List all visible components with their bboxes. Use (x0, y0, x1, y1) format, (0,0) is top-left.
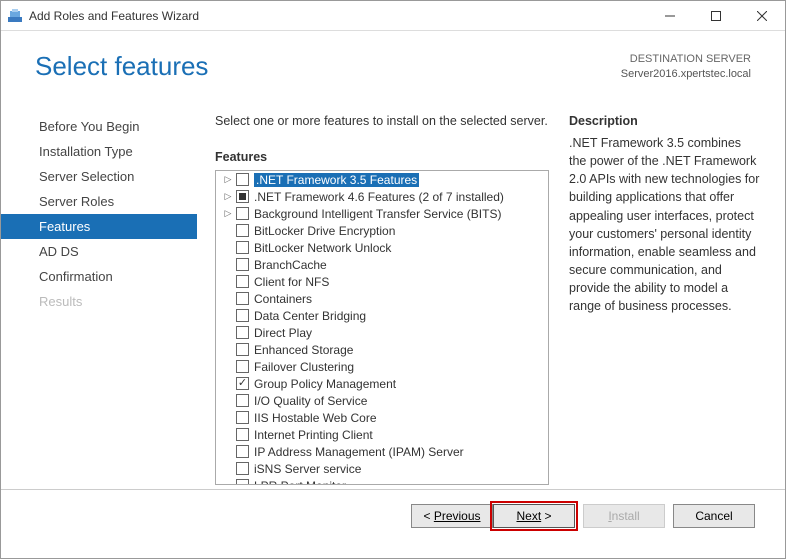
next-button[interactable]: Next > (493, 504, 575, 528)
feature-checkbox[interactable] (236, 411, 249, 424)
minimize-button[interactable] (647, 1, 693, 31)
feature-checkbox[interactable] (236, 377, 249, 390)
close-button[interactable] (739, 1, 785, 31)
feature-item[interactable]: LPR Port Monitor (216, 477, 548, 485)
feature-checkbox[interactable] (236, 360, 249, 373)
feature-label: LPR Port Monitor (254, 479, 346, 486)
feature-item[interactable]: IIS Hostable Web Core (216, 409, 548, 426)
sidebar-item[interactable]: AD DS (1, 239, 197, 264)
feature-item[interactable]: BranchCache (216, 256, 548, 273)
feature-label: iSNS Server service (254, 462, 361, 476)
feature-checkbox[interactable] (236, 258, 249, 271)
feature-checkbox[interactable] (236, 326, 249, 339)
features-listbox[interactable]: ▷ .NET Framework 3.5 Features ▷ .NET Framew… (215, 170, 549, 485)
feature-item[interactable]: ▷ .NET Framework 3.5 Features (216, 171, 548, 188)
sidebar-item[interactable]: Before You Begin (1, 114, 197, 139)
feature-item[interactable]: ▷ .NET Framework 4.6 Features (2 of 7 ins… (216, 188, 548, 205)
destination-info: DESTINATION SERVER Server2016.xpertstec.… (621, 52, 751, 82)
feature-item[interactable]: ▷ Background Intelligent Transfer Service… (216, 205, 548, 222)
feature-checkbox[interactable] (236, 445, 249, 458)
feature-item[interactable]: Containers (216, 290, 548, 307)
feature-item[interactable]: Enhanced Storage (216, 341, 548, 358)
feature-label: .NET Framework 4.6 Features (2 of 7 inst… (254, 190, 504, 204)
sidebar-item[interactable]: Confirmation (1, 264, 197, 289)
description-text: .NET Framework 3.5 combines the power of… (569, 134, 761, 315)
feature-item[interactable]: Direct Play (216, 324, 548, 341)
feature-label: Background Intelligent Transfer Service … (254, 207, 501, 221)
expander-icon[interactable]: ▷ (222, 191, 234, 202)
expander-icon[interactable]: ▷ (222, 208, 234, 219)
feature-label: BitLocker Network Unlock (254, 241, 391, 255)
feature-checkbox[interactable] (236, 275, 249, 288)
window-title: Add Roles and Features Wizard (29, 9, 647, 23)
titlebar: Add Roles and Features Wizard (1, 1, 785, 31)
feature-item[interactable]: Client for NFS (216, 273, 548, 290)
feature-label: Failover Clustering (254, 360, 354, 374)
feature-checkbox[interactable] (236, 241, 249, 254)
sidebar-item[interactable]: Server Selection (1, 164, 197, 189)
sidebar-item: Results (1, 289, 197, 314)
feature-label: IP Address Management (IPAM) Server (254, 445, 464, 459)
destination-label: DESTINATION SERVER (621, 52, 751, 67)
description-column: Description .NET Framework 3.5 combines … (549, 114, 771, 489)
sidebar-item[interactable]: Features (1, 214, 197, 239)
feature-label: BitLocker Drive Encryption (254, 224, 395, 238)
previous-button[interactable]: < Previous (411, 504, 493, 528)
feature-label: Data Center Bridging (254, 309, 366, 323)
feature-checkbox[interactable] (236, 224, 249, 237)
features-column: Select one or more features to install o… (215, 114, 549, 489)
features-label: Features (215, 150, 549, 164)
feature-label: BranchCache (254, 258, 327, 272)
feature-label: Containers (254, 292, 312, 306)
feature-checkbox[interactable] (236, 207, 249, 220)
feature-label: Direct Play (254, 326, 312, 340)
sidebar-item[interactable]: Server Roles (1, 189, 197, 214)
instruction-text: Select one or more features to install o… (215, 114, 549, 128)
feature-label: Enhanced Storage (254, 343, 353, 357)
feature-item[interactable]: Failover Clustering (216, 358, 548, 375)
expander-icon[interactable]: ▷ (222, 174, 234, 185)
feature-label: Group Policy Management (254, 377, 396, 391)
feature-item[interactable]: BitLocker Network Unlock (216, 239, 548, 256)
feature-checkbox[interactable] (236, 309, 249, 322)
feature-item[interactable]: Data Center Bridging (216, 307, 548, 324)
window-controls (647, 1, 785, 31)
feature-item[interactable]: iSNS Server service (216, 460, 548, 477)
description-label: Description (569, 114, 761, 128)
feature-checkbox[interactable] (236, 190, 249, 203)
sidebar: Before You BeginInstallation TypeServer … (1, 94, 197, 489)
page-title: Select features (35, 51, 621, 82)
install-button: Install (583, 504, 665, 528)
feature-label: IIS Hostable Web Core (254, 411, 377, 425)
feature-checkbox[interactable] (236, 343, 249, 356)
feature-checkbox[interactable] (236, 292, 249, 305)
feature-item[interactable]: Group Policy Management (216, 375, 548, 392)
feature-checkbox[interactable] (236, 479, 249, 485)
app-icon (7, 8, 23, 24)
feature-checkbox[interactable] (236, 428, 249, 441)
feature-label: I/O Quality of Service (254, 394, 367, 408)
cancel-button[interactable]: Cancel (673, 504, 755, 528)
body: Before You BeginInstallation TypeServer … (1, 94, 785, 489)
feature-checkbox[interactable] (236, 173, 249, 186)
feature-checkbox[interactable] (236, 462, 249, 475)
feature-label: Client for NFS (254, 275, 329, 289)
feature-item[interactable]: Internet Printing Client (216, 426, 548, 443)
feature-label: Internet Printing Client (254, 428, 373, 442)
header: Select features DESTINATION SERVER Serve… (1, 31, 785, 94)
feature-item[interactable]: BitLocker Drive Encryption (216, 222, 548, 239)
feature-label: .NET Framework 3.5 Features (254, 173, 419, 187)
feature-item[interactable]: IP Address Management (IPAM) Server (216, 443, 548, 460)
main-content: Select one or more features to install o… (197, 94, 785, 489)
feature-item[interactable]: I/O Quality of Service (216, 392, 548, 409)
maximize-button[interactable] (693, 1, 739, 31)
footer: < Previous Next > Install Cancel (1, 489, 785, 541)
feature-checkbox[interactable] (236, 394, 249, 407)
destination-value: Server2016.xpertstec.local (621, 67, 751, 82)
sidebar-item[interactable]: Installation Type (1, 139, 197, 164)
